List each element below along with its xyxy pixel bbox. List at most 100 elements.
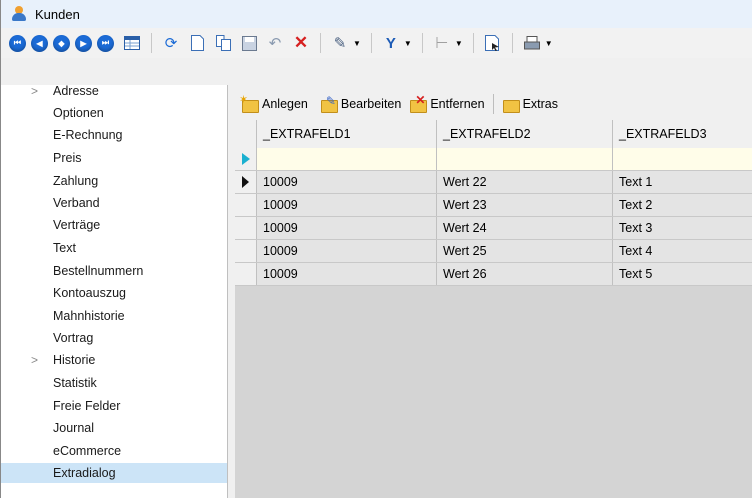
- table-row[interactable]: 10009 Wert 24 Text 3: [235, 217, 752, 240]
- sidebar: > Adresse Optionen E-Rechnung Preis Zahl…: [1, 84, 228, 498]
- row-header[interactable]: [235, 217, 257, 239]
- sidebar-item-adresse[interactable]: > Adresse: [1, 81, 227, 101]
- toolbar-separator: [511, 33, 513, 53]
- table-cell[interactable]: Wert 25: [437, 240, 613, 262]
- filter-icon[interactable]: Y: [381, 33, 401, 53]
- last-record-button[interactable]: ⏭: [97, 34, 114, 52]
- chevron-down-icon[interactable]: ▼: [455, 39, 463, 48]
- new-row-indicator-icon: [241, 153, 250, 165]
- table-row[interactable]: 10009 Wert 25 Text 4: [235, 240, 752, 263]
- chevron-down-icon[interactable]: ▼: [404, 39, 412, 48]
- sidebar-item-label: Verträge: [53, 218, 101, 232]
- table-cell[interactable]: Text 3: [613, 217, 752, 239]
- toolbar-separator: [492, 94, 494, 114]
- anlegen-button[interactable]: ✶ Anlegen: [239, 94, 308, 113]
- table-cell[interactable]: 10009: [257, 217, 437, 239]
- save-icon[interactable]: [239, 33, 259, 53]
- row-header[interactable]: [235, 240, 257, 262]
- chevron-down-icon[interactable]: ▼: [545, 39, 553, 48]
- next-record-button[interactable]: ▶: [75, 34, 92, 52]
- print-icon[interactable]: [522, 33, 542, 53]
- bearbeiten-button[interactable]: ✎ Bearbeiten: [320, 94, 402, 113]
- current-row-indicator-icon: [242, 176, 249, 188]
- sidebar-item-label: Vortrag: [53, 331, 94, 345]
- table-row[interactable]: 10009 Wert 23 Text 2: [235, 194, 752, 217]
- row-header[interactable]: [235, 263, 257, 285]
- chevron-right-icon[interactable]: >: [31, 353, 38, 367]
- sidebar-item-label: Statistik: [53, 376, 97, 390]
- bearbeiten-label: Bearbeiten: [340, 97, 402, 111]
- column-header[interactable]: _EXTRAFELD2: [437, 120, 613, 148]
- extras-button[interactable]: Extras: [502, 96, 558, 113]
- table-icon[interactable]: [122, 33, 142, 53]
- toolbar-separator: [320, 33, 321, 53]
- table-cell[interactable]: Text 2: [613, 194, 752, 216]
- row-header[interactable]: [235, 148, 257, 170]
- table-cell[interactable]: Wert 23: [437, 194, 613, 216]
- new-document-icon[interactable]: [187, 33, 207, 53]
- sidebar-item-label: Historie: [53, 353, 96, 367]
- table-cell[interactable]: 10009: [257, 240, 437, 262]
- toolbar-separator: [370, 33, 372, 53]
- table-cell[interactable]: [257, 148, 437, 170]
- table-cell[interactable]: Wert 26: [437, 263, 613, 285]
- toolbar-separator: [421, 33, 423, 53]
- sidebar-item-optionen[interactable]: Optionen: [1, 103, 227, 123]
- sidebar-item-freie-felder[interactable]: Freie Felder: [1, 396, 227, 416]
- column-header[interactable]: _EXTRAFELD3: [613, 120, 752, 148]
- sidebar-item-label: Text: [53, 241, 76, 255]
- sidebar-item-label: Verband: [53, 196, 100, 210]
- sidebar-item-label: Preis: [53, 151, 82, 165]
- table-cell[interactable]: 10009: [257, 171, 437, 193]
- entfernen-label: Entfernen: [430, 97, 485, 111]
- table-cell[interactable]: 10009: [257, 263, 437, 285]
- export-icon[interactable]: [483, 33, 503, 53]
- first-record-button[interactable]: ⏮: [9, 34, 26, 52]
- table-row[interactable]: 10009 Wert 22 Text 1: [235, 171, 752, 194]
- sidebar-item-text[interactable]: Text: [1, 238, 227, 258]
- sidebar-item-verband[interactable]: Verband: [1, 193, 227, 213]
- sidebar-item-e-rechnung[interactable]: E-Rechnung: [1, 125, 227, 145]
- sidebar-item-vortrag[interactable]: Vortrag: [1, 328, 227, 348]
- row-header[interactable]: [235, 171, 257, 193]
- toolbar-separator: [151, 33, 152, 53]
- sidebar-item-kontoauszug[interactable]: Kontoauszug: [1, 283, 227, 303]
- undo-icon[interactable]: ↶: [265, 33, 285, 53]
- column-header[interactable]: _EXTRAFELD1: [257, 120, 437, 148]
- search-record-button[interactable]: ◆: [53, 34, 70, 52]
- sidebar-item-extradialog[interactable]: Extradialog: [1, 463, 227, 483]
- table-row[interactable]: 10009 Wert 26 Text 5: [235, 263, 752, 286]
- sidebar-item-label: Zahlung: [53, 174, 99, 188]
- sidebar-item-bestellnummern[interactable]: Bestellnummern: [1, 261, 227, 281]
- delete-icon[interactable]: ✕: [291, 33, 311, 53]
- sidebar-item-vertraege[interactable]: Verträge: [1, 215, 227, 235]
- table-cell[interactable]: Wert 22: [437, 171, 613, 193]
- entfernen-button[interactable]: ✕ Entfernen: [409, 93, 485, 113]
- sidebar-item-journal[interactable]: Journal: [1, 418, 227, 438]
- new-folder-icon: ✶: [239, 94, 259, 113]
- row-header[interactable]: [235, 194, 257, 216]
- table-cell[interactable]: Text 1: [613, 171, 752, 193]
- new-row[interactable]: [235, 148, 752, 171]
- table-cell[interactable]: [613, 148, 752, 170]
- sidebar-item-mahnhistorie[interactable]: Mahnhistorie: [1, 306, 227, 326]
- previous-record-button[interactable]: ◀: [31, 34, 48, 52]
- sidebar-item-statistik[interactable]: Statistik: [1, 373, 227, 393]
- table-cell[interactable]: Text 5: [613, 263, 752, 285]
- table-cell[interactable]: 10009: [257, 194, 437, 216]
- sidebar-item-preis[interactable]: Preis: [1, 148, 227, 168]
- tools-icon[interactable]: ✎: [330, 33, 350, 53]
- table-cell[interactable]: [437, 148, 613, 170]
- refresh-icon[interactable]: ⟳: [161, 33, 181, 53]
- table-cell[interactable]: Wert 24: [437, 217, 613, 239]
- sidebar-item-ecommerce[interactable]: eCommerce: [1, 441, 227, 461]
- table-cell[interactable]: Text 4: [613, 240, 752, 262]
- chevron-down-icon[interactable]: ▼: [353, 39, 361, 48]
- chevron-right-icon[interactable]: >: [31, 84, 38, 98]
- sidebar-item-historie[interactable]: > Historie: [1, 350, 227, 370]
- sidebar-item-label: Bestellnummern: [53, 264, 144, 278]
- copy-icon[interactable]: [213, 33, 233, 53]
- sidebar-item-zahlung[interactable]: Zahlung: [1, 171, 227, 191]
- sidebar-item-label: eCommerce: [53, 444, 122, 458]
- tree-icon[interactable]: ⊢: [432, 33, 452, 53]
